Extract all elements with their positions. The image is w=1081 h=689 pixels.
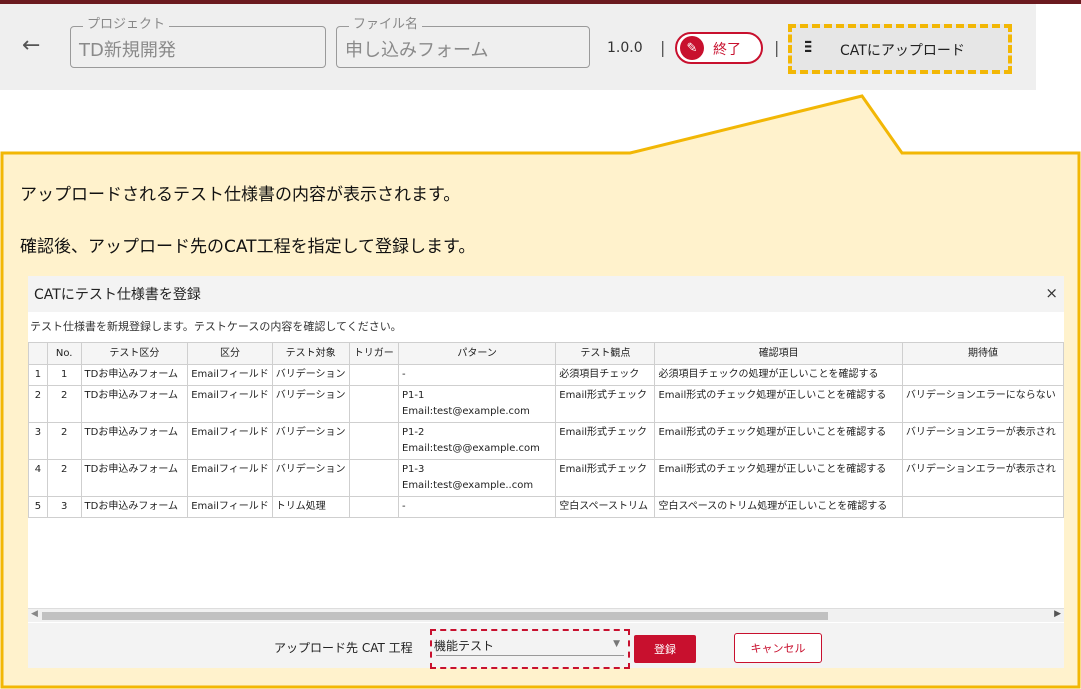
pattern-id: P1-1	[402, 390, 425, 401]
cell-expected	[901, 364, 1065, 386]
cell-pattern: P1-2 Email:test@@example.com	[397, 422, 557, 460]
close-icon[interactable]: ×	[1045, 284, 1058, 302]
column-header: パターン	[397, 342, 557, 365]
cell-trigger	[348, 385, 400, 423]
upload-destination-label: アップロード先 CAT 工程	[274, 641, 413, 655]
cell-viewpoint: 空白スペーストリム	[555, 496, 656, 518]
column-header: 期待値	[901, 342, 1065, 365]
cell-check-item: 空白スペースのトリム処理が正しいことを確認する	[654, 496, 903, 518]
table-row[interactable]: 3 2 TDお申込みフォーム Emailフィールド バリデーション P1-2 E…	[28, 422, 1065, 460]
register-dialog: CATにテスト仕様書を登録 × テスト仕様書を新規登録します。テストケースの内容…	[28, 276, 1065, 669]
cell-pattern: -	[397, 496, 557, 518]
cell-trigger	[348, 364, 400, 386]
cell-division: Emailフィールド	[187, 496, 273, 518]
pattern-email: Email:test@example..com	[402, 480, 534, 491]
cell-check-item: 必須項目チェックの処理が正しいことを確認する	[654, 364, 903, 386]
scroll-right-icon[interactable]: ▶	[1054, 609, 1061, 619]
pattern-email: Email:test@example.com	[402, 406, 530, 417]
cancel-button[interactable]: キャンセル	[734, 633, 822, 663]
column-header: テスト観点	[555, 342, 656, 365]
horizontal-scrollbar[interactable]: ◀ ▶	[28, 608, 1064, 622]
scrollbar-thumb[interactable]	[42, 612, 828, 620]
cell-division: Emailフィールド	[187, 364, 273, 386]
cat-process-value: 機能テスト	[434, 639, 495, 653]
cell-division: Emailフィールド	[187, 385, 273, 423]
cat-process-select[interactable]: 機能テスト ▼	[430, 629, 630, 669]
table-row[interactable]: 2 2 TDお申込みフォーム Emailフィールド バリデーション P1-1 E…	[28, 385, 1065, 423]
test-case-table: No. テスト区分 区分 テスト対象 トリガー パターン テスト観点 確認項目 …	[28, 342, 1065, 518]
column-header	[28, 342, 48, 365]
chevron-down-icon: ▼	[613, 639, 620, 649]
cell-division: Emailフィールド	[187, 459, 273, 497]
scroll-left-icon[interactable]: ◀	[31, 609, 38, 619]
cell-test-category: TDお申込みフォーム	[80, 364, 189, 386]
cell-test-category: TDお申込みフォーム	[80, 422, 189, 460]
pattern-id: -	[402, 501, 406, 512]
callout-text-2: 確認後、アップロード先のCAT工程を指定して登録します。	[20, 237, 476, 257]
register-button[interactable]: 登録	[634, 635, 696, 663]
cell-test-category: TDお申込みフォーム	[80, 385, 189, 423]
cell-viewpoint: 必須項目チェック	[555, 364, 656, 386]
cell-trigger	[348, 459, 400, 497]
row-number: 3	[28, 422, 48, 460]
table-row[interactable]: 1 1 TDお申込みフォーム Emailフィールド バリデーション - 必須項目…	[28, 364, 1065, 386]
cell-pattern: -	[397, 364, 557, 386]
cell-target: トリム処理	[271, 496, 350, 518]
cell-target: バリデーション	[271, 459, 350, 497]
dialog-description: テスト仕様書を新規登録します。テストケースの内容を確認してください。	[30, 320, 402, 333]
cell-viewpoint: Email形式チェック	[555, 385, 656, 423]
row-number: 4	[28, 459, 48, 497]
cell-no: 3	[46, 496, 82, 518]
cell-target: バリデーション	[271, 422, 350, 460]
row-number: 2	[28, 385, 48, 423]
cell-target: バリデーション	[271, 364, 350, 386]
cell-check-item: Email形式のチェック処理が正しいことを確認する	[654, 385, 903, 423]
pattern-id: -	[402, 369, 406, 380]
table-header-row: No. テスト区分 区分 テスト対象 トリガー パターン テスト観点 確認項目 …	[28, 342, 1065, 365]
table-row[interactable]: 4 2 TDお申込みフォーム Emailフィールド バリデーション P1-3 E…	[28, 459, 1065, 497]
column-header: 区分	[187, 342, 273, 365]
cell-pattern: P1-3 Email:test@example..com	[397, 459, 557, 497]
column-header: 確認項目	[654, 342, 903, 365]
cell-division: Emailフィールド	[187, 422, 273, 460]
column-header: テスト対象	[271, 342, 350, 365]
cell-target: バリデーション	[271, 385, 350, 423]
cell-expected: バリデーションエラーが表示され	[901, 459, 1065, 497]
column-header: No.	[46, 342, 82, 365]
cell-no: 2	[46, 422, 82, 460]
cell-no: 2	[46, 459, 82, 497]
pattern-id: P1-3	[402, 464, 425, 475]
cell-no: 2	[46, 385, 82, 423]
cell-check-item: Email形式のチェック処理が正しいことを確認する	[654, 459, 903, 497]
column-header: テスト区分	[80, 342, 189, 365]
cell-pattern: P1-1 Email:test@example.com	[397, 385, 557, 423]
dialog-header: CATにテスト仕様書を登録 ×	[28, 276, 1064, 312]
cell-test-category: TDお申込みフォーム	[80, 496, 189, 518]
callout-text-1: アップロードされるテスト仕様書の内容が表示されます。	[20, 185, 461, 205]
cell-no: 1	[46, 364, 82, 386]
cell-check-item: Email形式のチェック処理が正しいことを確認する	[654, 422, 903, 460]
row-number: 5	[28, 496, 48, 518]
pattern-email: Email:test@@example.com	[402, 443, 540, 454]
table-row[interactable]: 5 3 TDお申込みフォーム Emailフィールド トリム処理 - 空白スペース…	[28, 496, 1065, 518]
cell-expected	[901, 496, 1065, 518]
cell-trigger	[348, 422, 400, 460]
cell-expected: バリデーションエラーにならない	[901, 385, 1065, 423]
column-header: トリガー	[348, 342, 400, 365]
row-number: 1	[28, 364, 48, 386]
cell-trigger	[348, 496, 400, 518]
dialog-footer: アップロード先 CAT 工程 機能テスト ▼ 登録 キャンセル	[28, 623, 1064, 669]
cell-viewpoint: Email形式チェック	[555, 422, 656, 460]
pattern-id: P1-2	[402, 427, 425, 438]
select-underline	[436, 655, 624, 656]
cell-test-category: TDお申込みフォーム	[80, 459, 189, 497]
cell-expected: バリデーションエラーが表示され	[901, 422, 1065, 460]
cell-viewpoint: Email形式チェック	[555, 459, 656, 497]
dialog-title: CATにテスト仕様書を登録	[34, 287, 201, 303]
